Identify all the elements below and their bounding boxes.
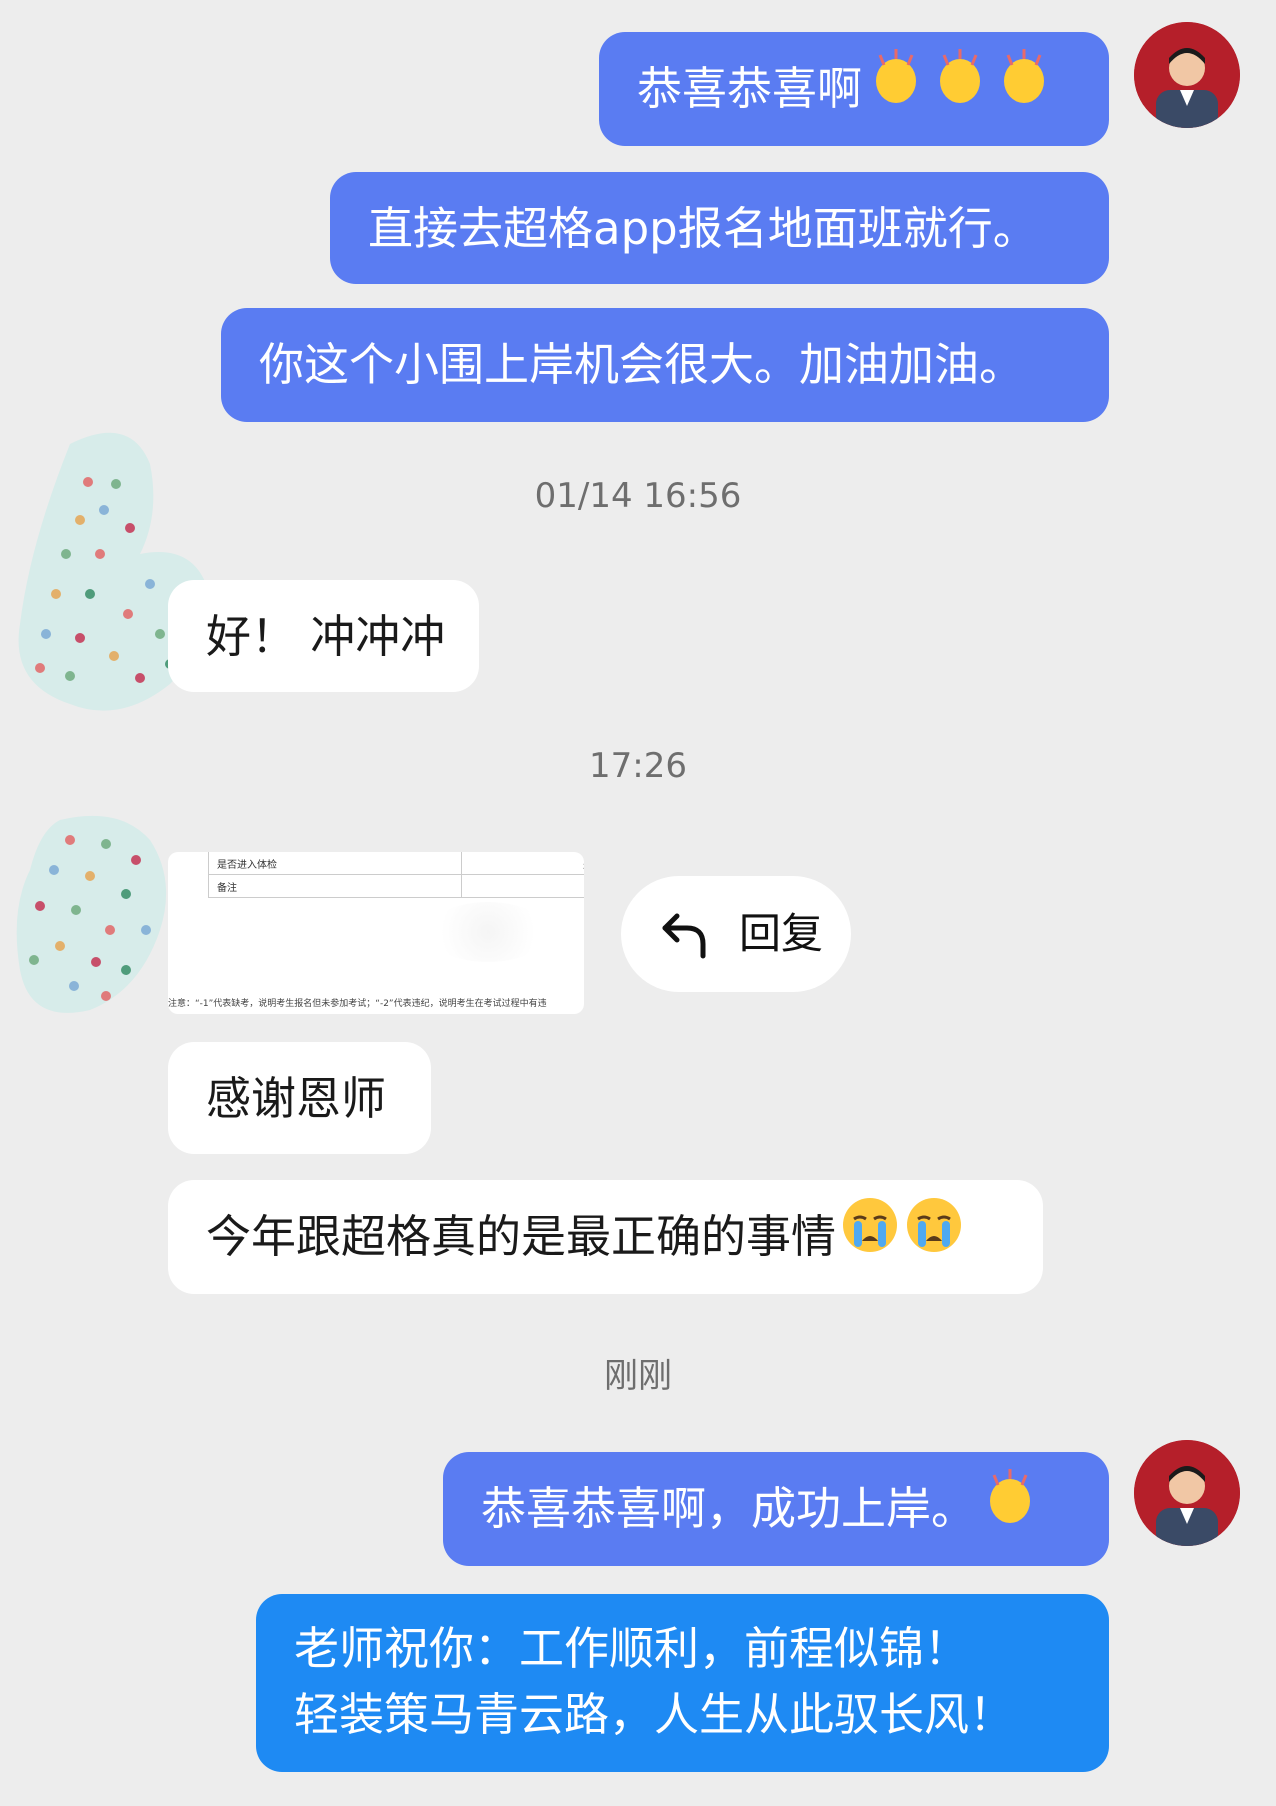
message-text: 恭喜恭喜啊 [637,62,863,115]
outgoing-message[interactable]: 恭喜恭喜啊 [599,32,1109,146]
incoming-message[interactable]: 感谢恩师 [168,1042,431,1154]
sender-avatar[interactable] [1134,22,1240,128]
message-text-line: 轻装策马青云路，人生从此驭长风！ [294,1688,1015,1741]
clap-icon [994,35,1054,149]
sender-avatar[interactable] [1134,1440,1240,1546]
image-table: 是否进入体检 是 备注 [208,852,584,898]
message-text: 好！ 冲冲冲 [206,610,446,663]
message-text: 直接去超格app报名地面班就行。 [368,202,1038,255]
clap-icon [980,1455,1040,1569]
message-text: 今年跟超格真的是最正确的事情 [206,1210,837,1263]
message-text: 恭喜恭喜啊，成功上岸。 [481,1482,977,1535]
table-cell-label: 是否进入体检 [217,860,277,871]
message-text: 感谢恩师 [206,1072,387,1125]
reply-arrow-icon [661,910,709,964]
reply-button[interactable]: 回复 [621,876,851,992]
table-cell-label: 备注 [217,883,237,894]
outgoing-message[interactable]: 老师祝你：工作顺利，前程似锦！ 轻装策马青云路，人生从此驭长风！ [256,1594,1109,1772]
image-message[interactable]: 是否进入体检 是 备注 注意：“-1”代表缺考，说明考生报名但未参加考试；“-2… [168,852,584,1014]
message-text-line: 老师祝你：工作顺利，前程似锦！ [294,1622,970,1675]
reply-label: 回复 [739,909,824,958]
outgoing-message[interactable]: 你这个小围上岸机会很大。加油加油。 [221,308,1109,422]
clap-icon [930,35,990,149]
outgoing-message[interactable]: 恭喜恭喜啊，成功上岸。 [443,1452,1109,1566]
outgoing-message[interactable]: 直接去超格app报名地面班就行。 [330,172,1109,284]
incoming-message[interactable]: 今年跟超格真的是最正确的事情 [168,1180,1043,1294]
incoming-message[interactable]: 好！ 冲冲冲 [168,580,479,692]
message-text: 你这个小围上岸机会很大。加油加油。 [259,338,1025,391]
timestamp: 刚刚 [604,1356,672,1396]
timestamp: 17:26 [589,746,687,786]
crying-face-icon [904,1183,964,1297]
crying-face-icon [840,1183,900,1297]
contact-avatar-sticker[interactable] [10,810,176,1024]
image-footnote: 注意：“-1”代表缺考，说明考生报名但未参加考试；“-2”代表违纪，说明考生在考… [168,999,547,1009]
clap-icon [866,35,926,149]
